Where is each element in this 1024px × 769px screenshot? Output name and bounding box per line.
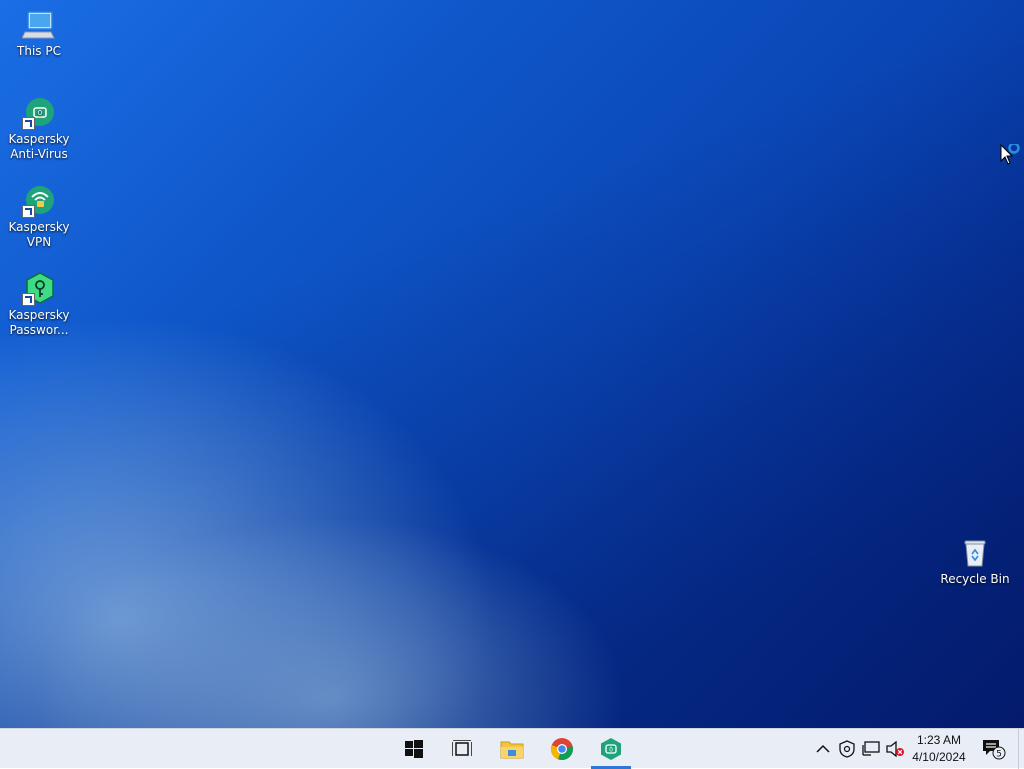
chevron-up-icon[interactable] — [813, 739, 833, 759]
notification-icon: 5 — [983, 740, 1006, 760]
task-view-icon — [452, 740, 472, 756]
network-icon[interactable] — [861, 739, 881, 759]
desktop-icon-label: Recycle Bin — [940, 572, 1010, 586]
clock[interactable]: 1:23 AM 4/10/2024 — [904, 732, 974, 766]
kaspersky-taskbar-button[interactable]: 0 — [588, 729, 634, 769]
desktop-icon-kaspersky-vpn[interactable]: Kaspersky VPN — [1, 184, 77, 250]
chrome-icon — [550, 738, 573, 761]
kaspersky-icon: 0 — [601, 738, 621, 760]
clock-time: 1:23 AM — [916, 733, 962, 747]
volume-muted-icon[interactable] — [885, 739, 905, 759]
chrome-button[interactable] — [539, 729, 585, 769]
desktop[interactable]: This PC 0 Kaspersky Anti-Virus Kaspersky… — [0, 0, 1024, 728]
desktop-icon-label: Kaspersky Passwor... — [8, 308, 70, 337]
kaspersky-antivirus-icon: 0 — [22, 96, 56, 130]
notification-center-button[interactable]: 5 — [981, 739, 1007, 760]
shortcut-arrow-icon — [22, 117, 35, 130]
mouse-cursor-busy-icon — [1000, 142, 1024, 172]
desktop-icon-kaspersky-password[interactable]: Kaspersky Passwor... — [1, 272, 77, 338]
taskbar: 0 1:23 AM 4/10/2024 5 — [0, 728, 1024, 769]
task-view-button[interactable] — [439, 729, 485, 769]
kaspersky-password-icon — [22, 272, 56, 306]
desktop-icon-kaspersky-anti-virus[interactable]: 0 Kaspersky Anti-Virus — [1, 96, 77, 162]
security-shield-icon[interactable] — [837, 739, 857, 759]
notification-count: 5 — [996, 750, 1002, 760]
desktop-icon-label: This PC — [17, 44, 61, 58]
file-explorer-button[interactable] — [489, 729, 535, 769]
desktop-icon-label: Kaspersky VPN — [8, 220, 70, 249]
svg-text:0: 0 — [38, 109, 42, 117]
shortcut-arrow-icon — [22, 205, 35, 218]
desktop-icon-this-pc[interactable]: This PC — [1, 8, 77, 59]
shortcut-arrow-icon — [22, 293, 35, 306]
desktop-icon-label: Kaspersky Anti-Virus — [8, 132, 70, 161]
show-desktop-button[interactable] — [1018, 729, 1024, 769]
windows-logo-icon — [405, 740, 423, 758]
folder-icon — [500, 741, 524, 759]
clock-date: 4/10/2024 — [912, 750, 966, 764]
kaspersky-vpn-icon — [22, 184, 56, 218]
start-button[interactable] — [391, 729, 437, 769]
computer-icon — [21, 8, 56, 42]
desktop-icon-recycle-bin[interactable]: Recycle Bin — [937, 536, 1013, 587]
recycle-bin-icon — [958, 536, 992, 570]
svg-text:0: 0 — [609, 747, 613, 754]
